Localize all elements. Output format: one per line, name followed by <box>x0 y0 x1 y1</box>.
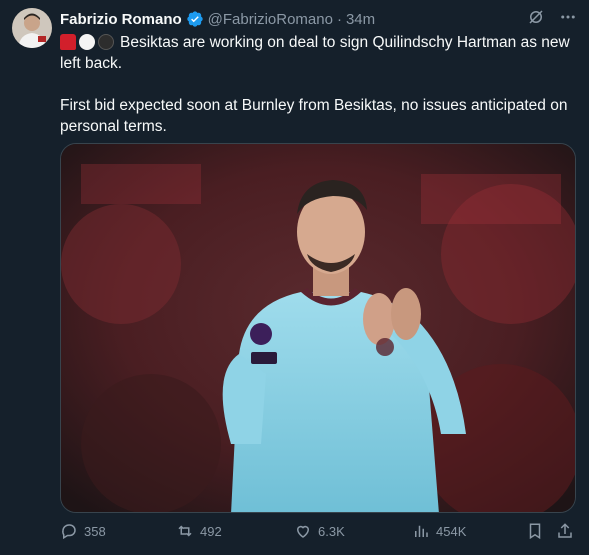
share-icon <box>556 522 574 540</box>
repost-button[interactable]: 492 <box>176 522 222 540</box>
player-photo <box>61 144 575 512</box>
author-handle[interactable]: @FabrizioRomano <box>208 11 333 28</box>
verified-badge-icon <box>186 10 204 28</box>
author-name[interactable]: Fabrizio Romano <box>60 11 182 28</box>
separator-dot: · <box>336 10 342 28</box>
post-text-line-1: Besiktas are working on deal to sign Qui… <box>60 32 575 53</box>
siren-emoji-icon <box>60 34 76 50</box>
more-options-icon[interactable] <box>559 8 577 26</box>
repost-count: 492 <box>200 523 222 539</box>
reply-icon <box>60 522 78 540</box>
bookmark-icon <box>526 522 544 540</box>
views-icon <box>412 522 430 540</box>
like-count: 6.3K <box>318 523 345 539</box>
like-button[interactable]: 6.3K <box>294 522 345 540</box>
reply-button[interactable]: 358 <box>60 522 106 540</box>
reply-count: 358 <box>84 523 106 539</box>
avatar[interactable] <box>12 8 52 48</box>
post-text-line-2: left back. <box>60 55 123 72</box>
post-text-line-3: First bid expected soon at Burnley from … <box>60 97 568 114</box>
post-line-1-text: Besiktas are working on deal to sign Qui… <box>120 34 570 51</box>
post-text: Besiktas are working on deal to sign Qui… <box>60 32 575 137</box>
bookmark-button[interactable] <box>526 522 544 540</box>
share-button[interactable] <box>556 522 574 540</box>
repost-icon <box>176 522 194 540</box>
views-count: 454K <box>436 523 467 539</box>
post-timestamp[interactable]: 34m <box>346 11 375 28</box>
post-text-line-4: personal terms. <box>60 118 167 135</box>
action-bar: 358 492 6.3K 454K <box>60 522 576 550</box>
emoji-group <box>60 34 114 50</box>
white-circle-emoji-icon <box>79 34 95 50</box>
post-media-image[interactable] <box>60 143 576 513</box>
post-header: Fabrizio Romano @FabrizioRomano · 34m <box>60 8 375 30</box>
avatar-image <box>12 8 52 48</box>
top-actions <box>527 8 577 26</box>
grok-icon[interactable] <box>527 8 545 26</box>
black-circle-emoji-icon <box>98 34 114 50</box>
heart-icon <box>294 522 312 540</box>
post-card[interactable]: Fabrizio Romano @FabrizioRomano · 34m Be… <box>0 0 589 555</box>
views-button[interactable]: 454K <box>412 522 466 540</box>
